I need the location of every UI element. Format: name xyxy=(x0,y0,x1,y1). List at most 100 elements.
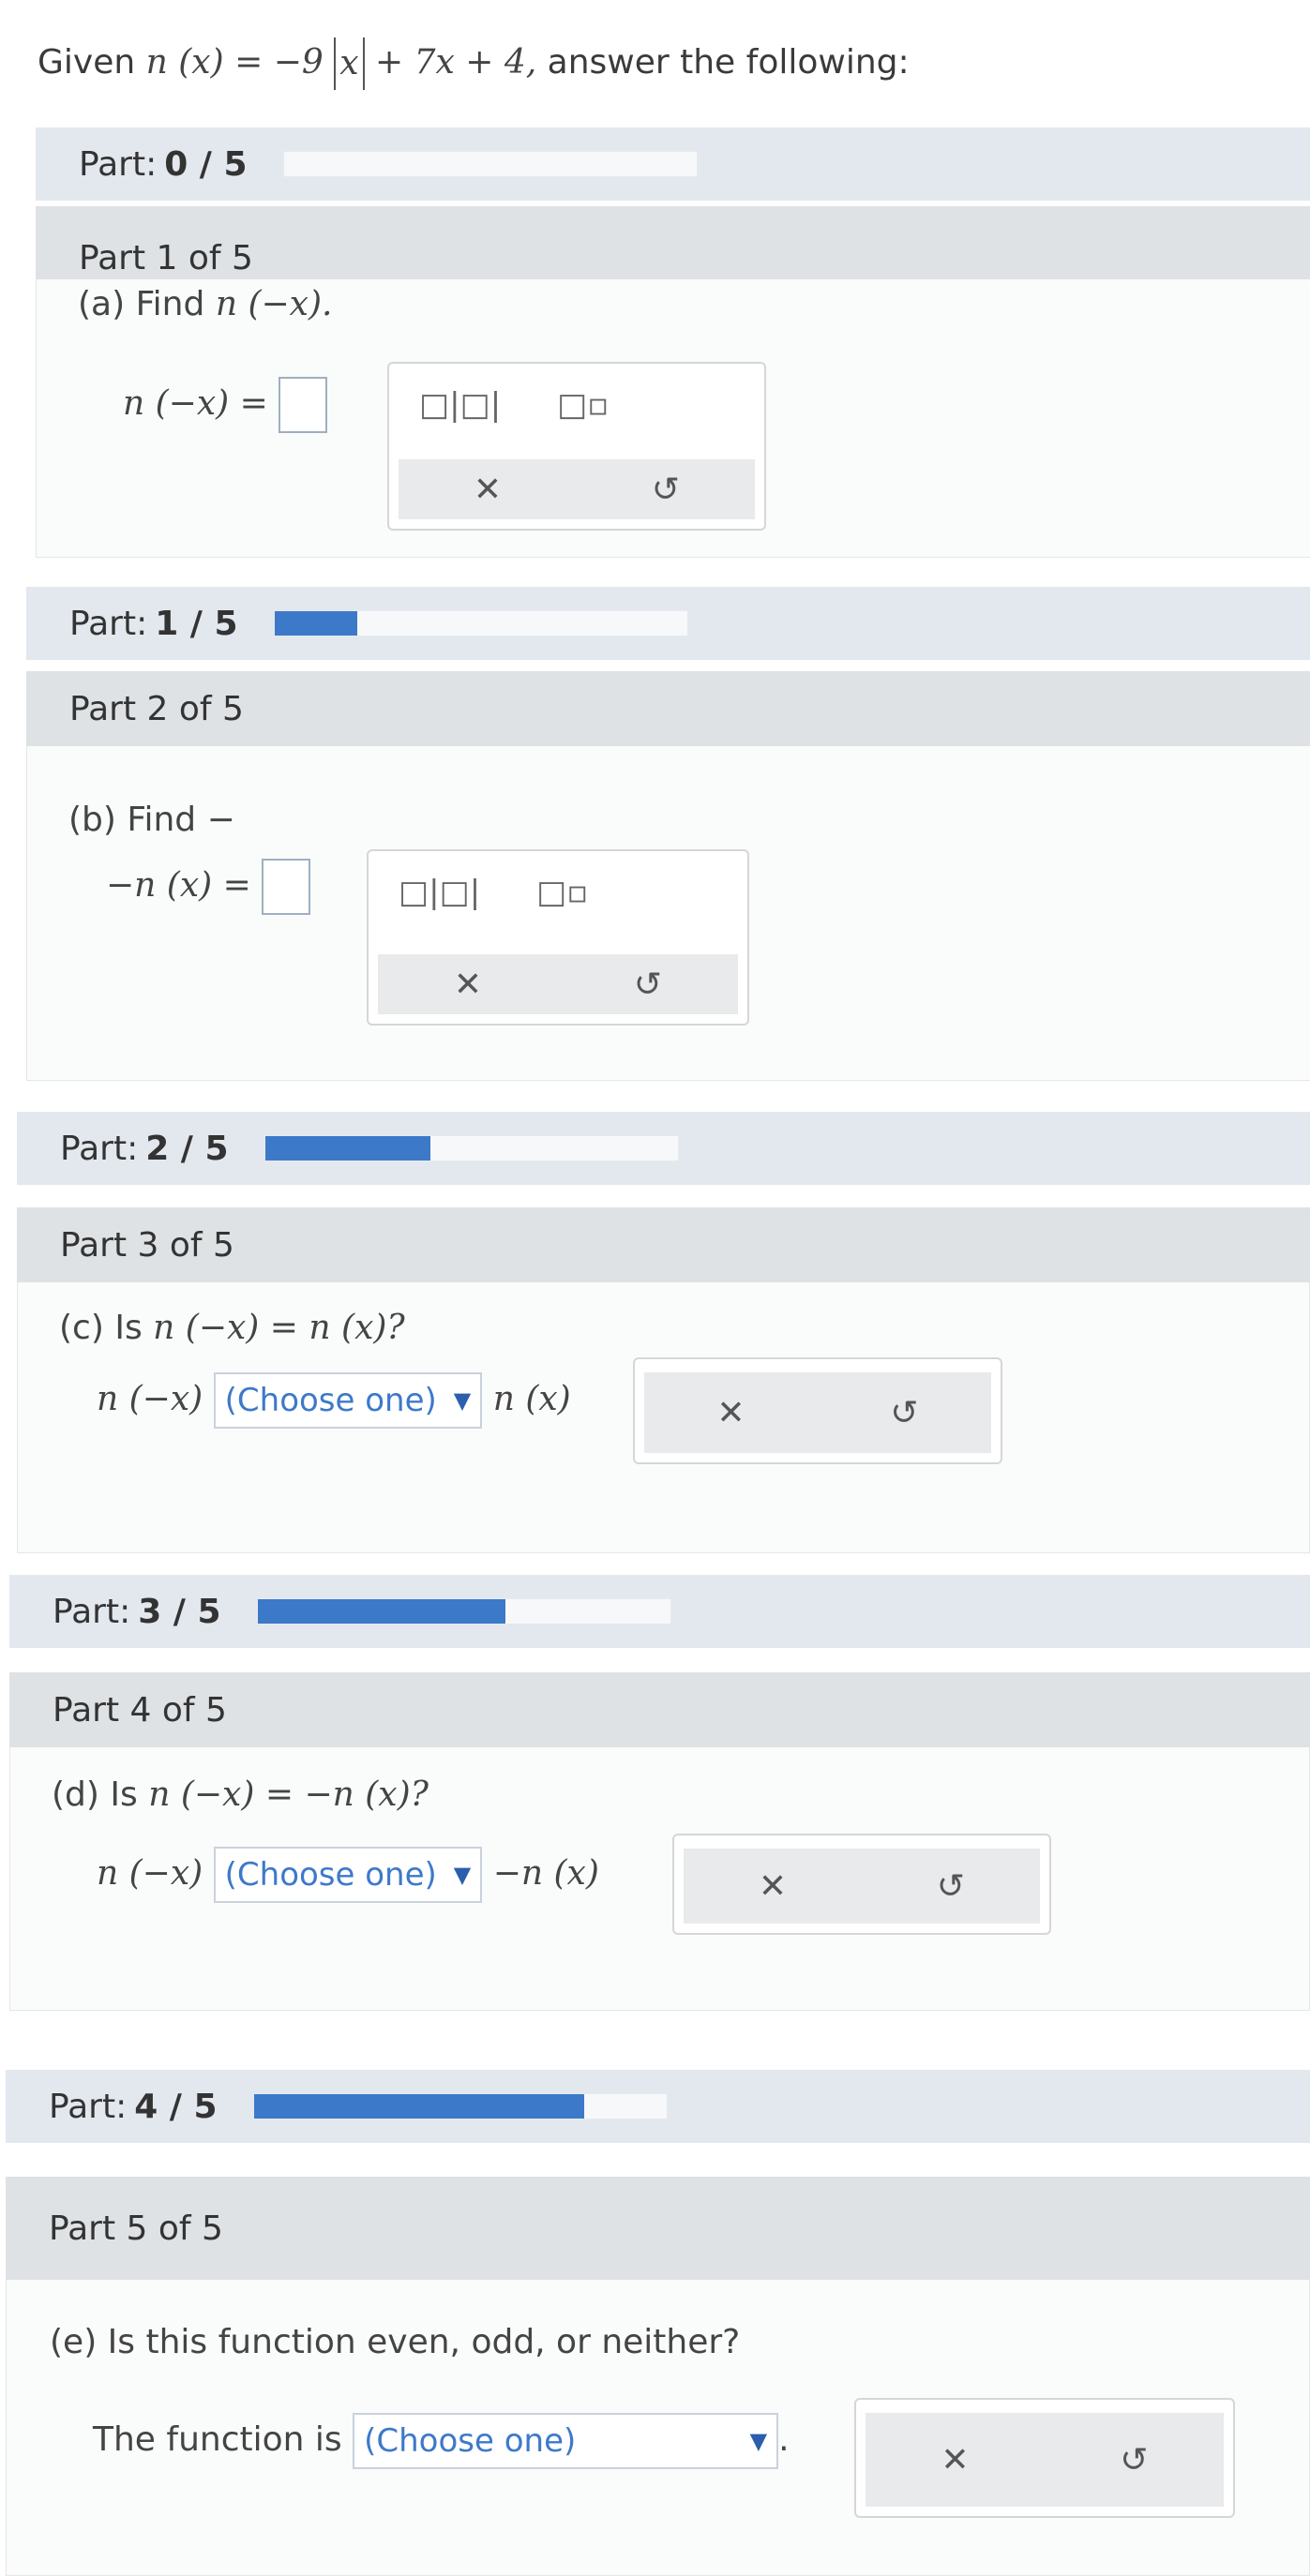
progress-label: Part: xyxy=(49,2087,128,2126)
abs-inner: x xyxy=(339,44,359,82)
undo-icon[interactable]: ↺ xyxy=(1120,2441,1148,2479)
part-heading: Part 5 of 5 xyxy=(6,2177,1310,2280)
progress-bar-4: Part: 4 / 5 xyxy=(6,2070,1310,2143)
clear-icon[interactable]: ✕ xyxy=(759,1867,787,1906)
math-toolbox: ✕ ↺ xyxy=(854,2398,1235,2518)
answer-rhs: −n (x) xyxy=(492,1854,599,1893)
math-toolbox: ✕ ↺ xyxy=(633,1357,1002,1464)
part-2: Part 2 of 5 (b) Find − −n (x) = □|□| □▫ … xyxy=(26,671,1310,1081)
progress-track xyxy=(264,1135,679,1161)
progress-fill xyxy=(253,2094,584,2119)
undo-icon[interactable]: ↺ xyxy=(890,1394,918,1432)
progress-label: Part: xyxy=(79,144,158,184)
superscript-icon[interactable]: □▫ xyxy=(557,386,609,424)
progress-bar-1: Part: 1 / 5 xyxy=(26,587,1310,660)
part-5: Part 5 of 5 (e) Is this function even, o… xyxy=(6,2177,1310,2576)
answer-row: −n (x) = xyxy=(106,859,311,915)
part-body: (a) Find n (−x). n (−x) = □|□| □▫ ✕ ↺ xyxy=(36,279,1310,558)
question-label: (c) Is xyxy=(59,1309,143,1347)
progress-fill xyxy=(274,611,357,636)
progress-fill xyxy=(264,1136,430,1161)
answer-input[interactable] xyxy=(262,859,311,915)
answer-prefix: The function is xyxy=(93,2420,342,2459)
math-toolbox: □|□| □▫ ✕ ↺ xyxy=(367,849,749,1026)
question-label: (d) Is xyxy=(52,1775,138,1814)
select-value: (Choose one) xyxy=(224,1856,437,1894)
part-heading-text: Part 2 of 5 xyxy=(69,689,244,728)
undo-icon[interactable]: ↺ xyxy=(652,471,680,509)
select-value: (Choose one) xyxy=(364,2422,577,2460)
progress-value: 0 / 5 xyxy=(164,144,248,184)
part-body: (d) Is n (−x) = −n (x)? n (−x) (Choose o… xyxy=(9,1747,1310,2011)
progress-track xyxy=(256,1598,671,1625)
undo-icon[interactable]: ↺ xyxy=(937,1867,965,1906)
question-label: (b) Find − xyxy=(68,801,235,839)
progress-value: 4 / 5 xyxy=(134,2087,218,2126)
fraction-icon[interactable]: □|□| xyxy=(419,386,501,424)
progress-bar-3: Part: 3 / 5 xyxy=(9,1575,1310,1648)
answer-row: n (−x) (Choose one) ▼ n (x) xyxy=(97,1372,571,1429)
question-label: (a) Find xyxy=(78,285,205,323)
question-label: (e) Is this function even, odd, or neith… xyxy=(50,2323,741,2361)
undo-icon[interactable]: ↺ xyxy=(634,966,662,1004)
progress-track xyxy=(273,610,688,637)
part-heading: Part 2 of 5 xyxy=(26,671,1310,746)
superscript-icon[interactable]: □▫ xyxy=(536,874,588,911)
progress-track xyxy=(282,151,698,177)
clear-icon[interactable]: ✕ xyxy=(454,966,482,1004)
part-body: (c) Is n (−x) = n (x)? n (−x) (Choose on… xyxy=(17,1282,1310,1553)
answer-suffix: . xyxy=(778,2420,790,2459)
problem-statement: Given n (x) = −9 x + 7x + 4, answer the … xyxy=(38,37,910,90)
answer-input[interactable] xyxy=(279,377,328,433)
math-toolbox: ✕ ↺ xyxy=(672,1834,1051,1935)
part-heading: Part 1 of 5 xyxy=(36,206,1310,279)
answer-label: n (−x) = xyxy=(123,384,268,423)
part-heading: Part 3 of 5 xyxy=(17,1207,1310,1282)
answer-label: −n (x) = xyxy=(106,866,251,905)
progress-value: 2 / 5 xyxy=(145,1129,229,1168)
part-heading: Part 4 of 5 xyxy=(9,1672,1310,1747)
question-text: (d) Is n (−x) = −n (x)? xyxy=(52,1775,429,1814)
answer-lhs: n (−x) xyxy=(97,1854,203,1893)
progress-label: Part: xyxy=(69,604,148,643)
function-rhs: + 7x + 4, xyxy=(374,43,537,82)
part-heading-text: Part 4 of 5 xyxy=(53,1690,227,1730)
question-math: n (−x). xyxy=(215,285,333,323)
given-label: Given xyxy=(38,43,136,82)
math-toolbox: □|□| □▫ ✕ ↺ xyxy=(387,362,766,531)
function-lhs: n (x) = −9 xyxy=(145,43,324,82)
progress-value: 3 / 5 xyxy=(138,1592,221,1631)
question-text: (e) Is this function even, odd, or neith… xyxy=(50,2323,740,2361)
instruction-text: answer the following: xyxy=(547,43,910,82)
absolute-value: x xyxy=(334,37,365,90)
question-text: (c) Is n (−x) = n (x)? xyxy=(59,1309,405,1347)
progress-value: 1 / 5 xyxy=(155,604,238,643)
progress-bar-0: Part: 0 / 5 xyxy=(36,127,1310,201)
relation-select[interactable]: (Choose one) ▼ xyxy=(213,1372,483,1429)
answer-row: n (−x) (Choose one) ▼ −n (x) xyxy=(97,1847,599,1903)
part-heading-text: Part 1 of 5 xyxy=(79,239,253,277)
clear-icon[interactable]: ✕ xyxy=(941,2441,969,2479)
part-4: Part 4 of 5 (d) Is n (−x) = −n (x)? n (−… xyxy=(9,1672,1310,2011)
fraction-icon[interactable]: □|□| xyxy=(399,874,480,911)
answer-row: The function is (Choose one) ▼. xyxy=(93,2413,790,2469)
parity-select[interactable]: (Choose one) ▼ xyxy=(353,2413,779,2469)
answer-rhs: n (x) xyxy=(492,1380,571,1418)
progress-fill xyxy=(257,1599,505,1624)
part-heading-text: Part 5 of 5 xyxy=(49,2209,223,2248)
chevron-down-icon: ▼ xyxy=(453,1862,472,1888)
progress-bar-2: Part: 2 / 5 xyxy=(17,1112,1310,1185)
answer-lhs: n (−x) xyxy=(97,1380,203,1418)
clear-icon[interactable]: ✕ xyxy=(716,1394,745,1432)
question-text: (b) Find − xyxy=(68,801,235,839)
question-math: n (−x) = −n (x)? xyxy=(148,1775,429,1814)
part-3: Part 3 of 5 (c) Is n (−x) = n (x)? n (−x… xyxy=(17,1207,1310,1553)
select-value: (Choose one) xyxy=(224,1382,437,1419)
progress-track xyxy=(252,2093,668,2119)
question-text: (a) Find n (−x). xyxy=(78,285,332,323)
answer-row: n (−x) = xyxy=(123,377,328,433)
part-1: Part 1 of 5 (a) Find n (−x). n (−x) = □|… xyxy=(36,206,1310,558)
clear-icon[interactable]: ✕ xyxy=(474,471,502,509)
relation-select[interactable]: (Choose one) ▼ xyxy=(213,1847,483,1903)
chevron-down-icon: ▼ xyxy=(749,2428,768,2454)
